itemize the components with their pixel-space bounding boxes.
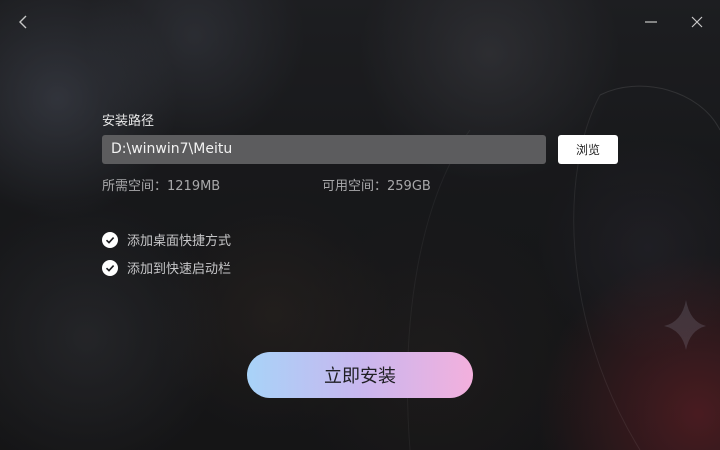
required-space-text: 所需空间：1219MB [102, 179, 221, 194]
close-button[interactable] [685, 10, 709, 34]
quick-launch-label: 添加到快速启动栏 [127, 262, 232, 277]
desktop-shortcut-label: 添加桌面快捷方式 [127, 234, 232, 249]
close-icon [691, 16, 703, 28]
installer-window: 安装路径 浏览 所需空间：1219MB 可用空间：259GB 添加桌面快捷方式 … [0, 0, 720, 450]
back-button[interactable] [11, 10, 35, 34]
chevron-left-icon [19, 15, 27, 29]
desktop-shortcut-checkbox[interactable]: 添加桌面快捷方式 [102, 230, 231, 249]
check-circle-icon [102, 231, 118, 248]
check-circle-icon [102, 259, 118, 276]
quick-launch-checkbox[interactable]: 添加到快速启动栏 [102, 258, 231, 277]
install-path-input[interactable] [102, 135, 546, 164]
minimize-button[interactable] [639, 10, 663, 34]
available-space-text: 可用空间：259GB [322, 179, 431, 194]
minimize-icon [645, 21, 657, 23]
install-path-label: 安装路径 [102, 114, 155, 129]
browse-button[interactable]: 浏览 [558, 135, 618, 164]
install-now-button[interactable]: 立即安装 [247, 352, 473, 398]
